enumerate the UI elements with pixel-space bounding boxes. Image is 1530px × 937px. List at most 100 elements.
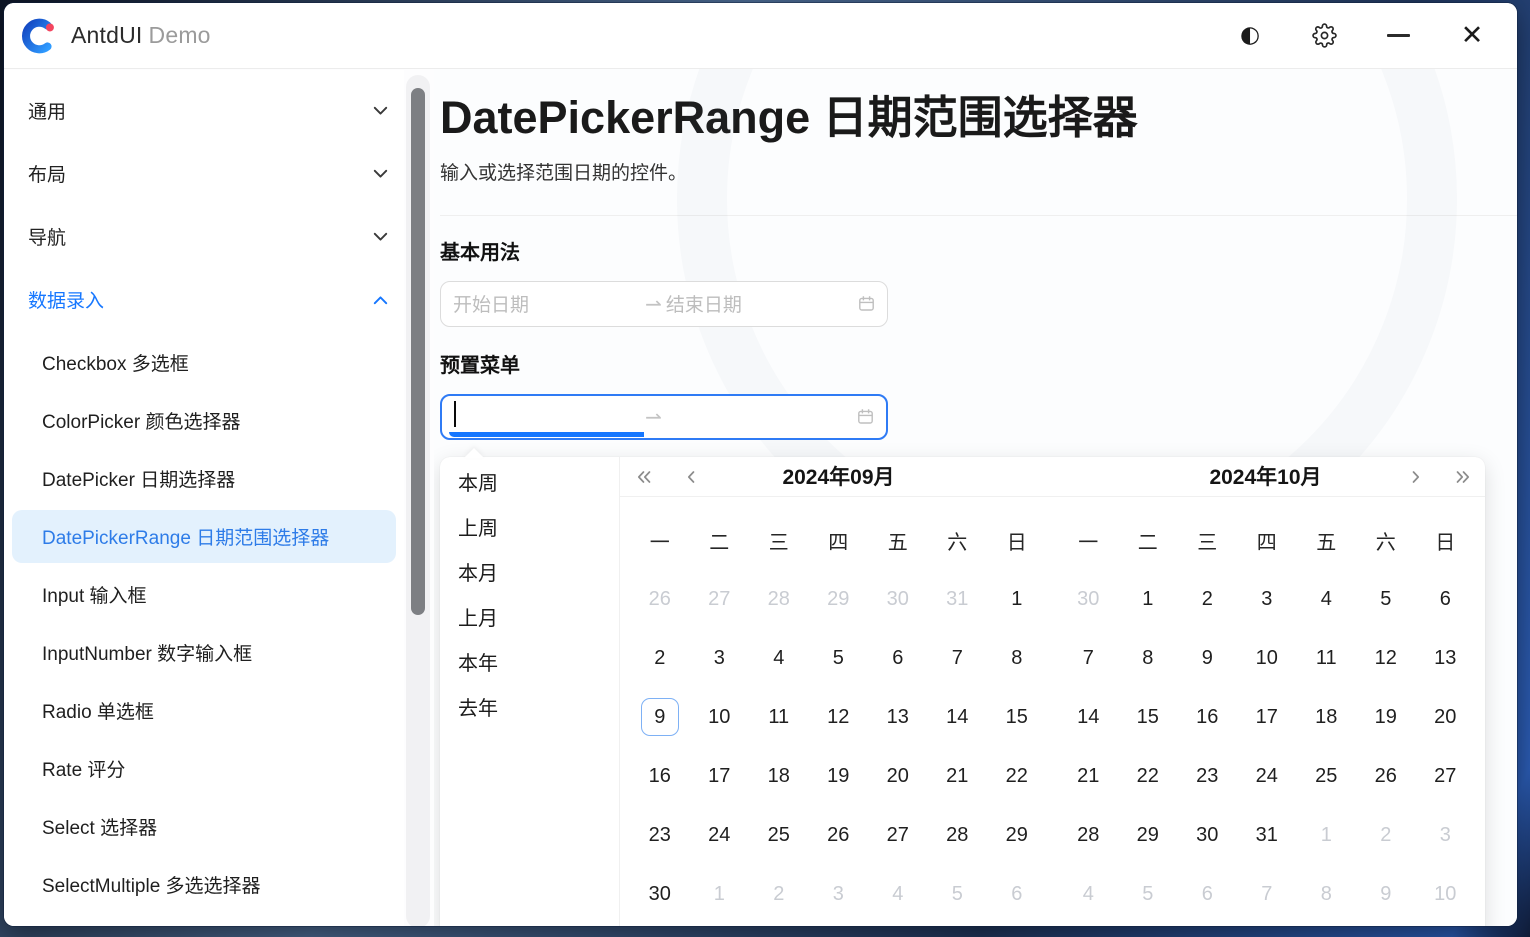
sidebar-item[interactable]: Input 输入框 [12, 568, 396, 621]
theme-toggle-button[interactable]: ◐ [1227, 16, 1273, 56]
day-cell[interactable]: 27 [690, 570, 750, 629]
day-cell[interactable]: 1 [987, 570, 1047, 629]
day-cell[interactable]: 24 [1237, 747, 1297, 806]
day-cell[interactable]: 12 [1356, 629, 1416, 688]
day-cell[interactable]: 7 [1059, 629, 1119, 688]
sidebar-item[interactable]: Checkbox 多选框 [12, 336, 396, 389]
day-cell[interactable]: 2 [1356, 806, 1416, 865]
day-cell[interactable]: 6 [1416, 570, 1476, 629]
day-cell[interactable]: 20 [1416, 688, 1476, 747]
day-cell[interactable]: 29 [1118, 806, 1178, 865]
day-cell[interactable]: 28 [749, 570, 809, 629]
sidebar-group-导航[interactable]: 导航 [4, 205, 404, 268]
day-cell[interactable]: 14 [928, 688, 988, 747]
day-cell[interactable]: 5 [809, 629, 869, 688]
preset-item[interactable]: 上周 [440, 504, 619, 549]
day-cell[interactable]: 12 [809, 688, 869, 747]
day-cell[interactable]: 29 [987, 806, 1047, 865]
day-cell[interactable]: 21 [928, 747, 988, 806]
day-cell[interactable]: 9 [1356, 865, 1416, 924]
day-cell[interactable]: 16 [630, 747, 690, 806]
next-year-button[interactable] [1455, 457, 1471, 497]
day-cell[interactable]: 8 [1118, 629, 1178, 688]
day-cell[interactable]: 28 [928, 806, 988, 865]
day-cell[interactable]: 7 [1237, 865, 1297, 924]
day-cell[interactable]: 30 [1059, 570, 1119, 629]
day-cell[interactable]: 2 [630, 629, 690, 688]
day-cell[interactable]: 19 [1356, 688, 1416, 747]
day-cell[interactable]: 6 [868, 629, 928, 688]
prev-month-button[interactable] [686, 457, 696, 497]
sidebar-group-通用[interactable]: 通用 [4, 79, 404, 142]
next-month-button[interactable] [1411, 457, 1421, 497]
sidebar-scrollbar[interactable] [406, 75, 430, 926]
day-cell[interactable]: 1 [1118, 570, 1178, 629]
minimize-button[interactable] [1375, 16, 1421, 56]
day-cell[interactable]: 17 [1237, 688, 1297, 747]
day-cell[interactable]: 30 [1178, 806, 1238, 865]
day-cell[interactable]: 9 [630, 688, 690, 747]
day-cell[interactable]: 5 [1356, 570, 1416, 629]
close-button[interactable]: ✕ [1449, 16, 1495, 56]
sidebar-item[interactable]: SelectMultiple 多选选择器 [12, 858, 396, 911]
day-cell[interactable]: 23 [630, 806, 690, 865]
day-cell[interactable]: 21 [1059, 747, 1119, 806]
day-cell[interactable]: 2 [749, 865, 809, 924]
day-cell[interactable]: 26 [1356, 747, 1416, 806]
preset-item[interactable]: 本年 [440, 639, 619, 684]
day-cell[interactable]: 11 [749, 688, 809, 747]
day-cell[interactable]: 1 [1297, 806, 1357, 865]
day-cell[interactable]: 4 [749, 629, 809, 688]
day-cell[interactable]: 20 [868, 747, 928, 806]
day-cell[interactable]: 31 [1237, 806, 1297, 865]
scrollbar-thumb[interactable] [411, 88, 425, 615]
basic-range-picker-input[interactable]: 开始日期 ⇀ 结束日期 [440, 281, 888, 327]
day-cell[interactable]: 1 [690, 865, 750, 924]
day-cell[interactable]: 15 [987, 688, 1047, 747]
day-cell[interactable]: 22 [1118, 747, 1178, 806]
sidebar-item[interactable]: Select 选择器 [12, 800, 396, 853]
day-cell[interactable]: 6 [987, 865, 1047, 924]
sidebar-item[interactable]: DatePicker 日期选择器 [12, 452, 396, 505]
day-cell[interactable]: 7 [928, 629, 988, 688]
sidebar-item[interactable]: Rate 评分 [12, 742, 396, 795]
day-cell[interactable]: 3 [809, 865, 869, 924]
day-cell[interactable]: 17 [690, 747, 750, 806]
preset-item[interactable]: 去年 [440, 684, 619, 729]
day-cell[interactable]: 31 [928, 570, 988, 629]
sidebar-item[interactable]: Radio 单选框 [12, 684, 396, 737]
day-cell[interactable]: 6 [1178, 865, 1238, 924]
day-cell[interactable]: 13 [1416, 629, 1476, 688]
day-cell[interactable]: 8 [1297, 865, 1357, 924]
day-cell[interactable]: 13 [868, 688, 928, 747]
day-cell[interactable]: 15 [1118, 688, 1178, 747]
day-cell[interactable]: 28 [1059, 806, 1119, 865]
day-cell[interactable]: 4 [1059, 865, 1119, 924]
day-cell[interactable]: 25 [1297, 747, 1357, 806]
day-cell[interactable]: 8 [987, 629, 1047, 688]
day-cell[interactable]: 2 [1178, 570, 1238, 629]
day-cell[interactable]: 27 [1416, 747, 1476, 806]
day-cell[interactable]: 30 [630, 865, 690, 924]
day-cell[interactable]: 5 [1118, 865, 1178, 924]
day-cell[interactable]: 5 [928, 865, 988, 924]
day-cell[interactable]: 10 [690, 688, 750, 747]
day-cell[interactable]: 16 [1178, 688, 1238, 747]
day-cell[interactable]: 19 [809, 747, 869, 806]
settings-button[interactable] [1301, 16, 1347, 56]
preset-item[interactable]: 本月 [440, 549, 619, 594]
preset-item[interactable]: 上月 [440, 594, 619, 639]
day-cell[interactable]: 29 [809, 570, 869, 629]
day-cell[interactable]: 23 [1178, 747, 1238, 806]
sidebar-item[interactable]: InputNumber 数字输入框 [12, 626, 396, 679]
day-cell[interactable]: 22 [987, 747, 1047, 806]
day-cell[interactable]: 26 [630, 570, 690, 629]
day-cell[interactable]: 4 [868, 865, 928, 924]
sidebar-item[interactable]: DatePickerRange 日期范围选择器 [12, 510, 396, 563]
preset-range-picker-input[interactable]: ⇀ [440, 394, 888, 440]
day-cell[interactable]: 4 [1297, 570, 1357, 629]
day-cell[interactable]: 9 [1178, 629, 1238, 688]
day-cell[interactable]: 18 [749, 747, 809, 806]
day-cell[interactable]: 3 [690, 629, 750, 688]
day-cell[interactable]: 3 [1237, 570, 1297, 629]
